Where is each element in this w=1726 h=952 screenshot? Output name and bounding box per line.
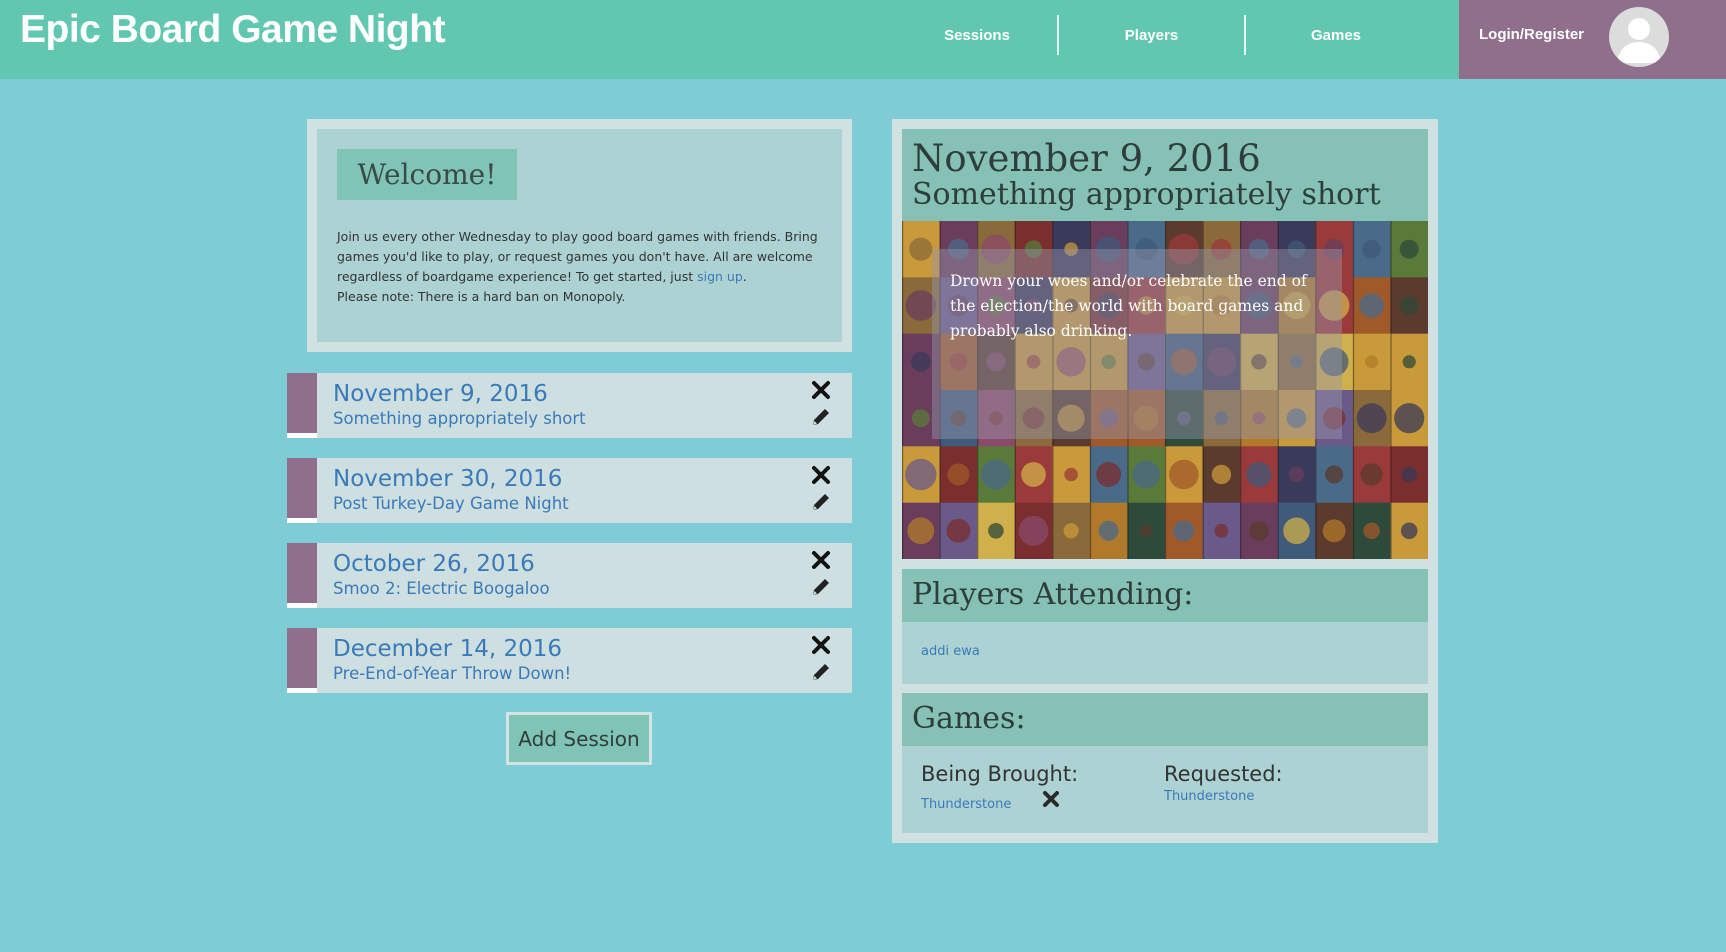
welcome-intro-end: . <box>742 269 747 284</box>
session-date[interactable]: November 9, 2016 <box>333 381 548 407</box>
being-brought-title: Being Brought: <box>921 762 1079 786</box>
login-area: Login/Register <box>1459 0 1726 79</box>
nav-players[interactable]: Players <box>1059 15 1244 55</box>
edit-session-pencil-icon[interactable] <box>810 576 832 598</box>
games-section-body: Being Brought: Thunderstone Requested: T… <box>902 746 1428 833</box>
players-title: Players Attending: <box>912 577 1194 612</box>
session-accent-underline <box>287 688 317 693</box>
requested-title: Requested: <box>1164 762 1283 786</box>
games-section-header: Games: <box>902 693 1428 746</box>
session-card[interactable]: November 30, 2016 Post Turkey-Day Game N… <box>287 458 852 523</box>
edit-session-pencil-icon[interactable] <box>810 406 832 428</box>
session-subtitle[interactable]: Smoo 2: Electric Boogaloo <box>333 579 550 598</box>
sign-up-link[interactable]: sign up <box>697 269 743 284</box>
delete-session-close-icon[interactable] <box>810 634 832 656</box>
login-register-link[interactable]: Login/Register <box>1479 26 1584 43</box>
detail-date: November 9, 2016 <box>912 137 1261 180</box>
detail-header: November 9, 2016 Something appropriately… <box>902 129 1428 221</box>
remove-game-close-icon[interactable] <box>1041 789 1061 809</box>
brought-game-link[interactable]: Thunderstone <box>921 797 1011 812</box>
add-session-button[interactable]: Add Session <box>506 712 652 765</box>
players-section-header: Players Attending: <box>902 569 1428 622</box>
image-caption: Drown your woes and/or celebrate the end… <box>950 272 1307 340</box>
requested-game-link[interactable]: Thunderstone <box>1164 789 1254 804</box>
session-subtitle[interactable]: Something appropriately short <box>333 409 586 428</box>
session-accent-bar <box>287 373 317 433</box>
session-date[interactable]: October 26, 2016 <box>333 551 535 577</box>
delete-session-close-icon[interactable] <box>810 549 832 571</box>
games-title: Games: <box>912 701 1026 736</box>
session-card[interactable]: November 9, 2016 Something appropriately… <box>287 373 852 438</box>
session-subtitle[interactable]: Post Turkey-Day Game Night <box>333 494 569 513</box>
welcome-title: Welcome! <box>337 149 517 200</box>
session-detail-panel: November 9, 2016 Something appropriately… <box>892 119 1438 843</box>
session-accent-bar <box>287 628 317 688</box>
delete-session-close-icon[interactable] <box>810 379 832 401</box>
session-date[interactable]: November 30, 2016 <box>333 466 562 492</box>
session-accent-underline <box>287 603 317 608</box>
session-accent-bar <box>287 543 317 603</box>
session-accent-bar <box>287 458 317 518</box>
welcome-panel-inner: Welcome! Join us every other Wednesday t… <box>317 129 842 342</box>
session-date[interactable]: December 14, 2016 <box>333 636 562 662</box>
session-banner-image: Drown your woes and/or celebrate the end… <box>902 221 1428 559</box>
welcome-panel: Welcome! Join us every other Wednesday t… <box>307 119 852 352</box>
nav-games[interactable]: Games <box>1246 15 1426 55</box>
delete-session-close-icon[interactable] <box>810 464 832 486</box>
nav-sessions[interactable]: Sessions <box>897 15 1057 55</box>
edit-session-pencil-icon[interactable] <box>810 491 832 513</box>
welcome-text: Join us every other Wednesday to play go… <box>337 227 822 307</box>
player-link[interactable]: addi ewa <box>921 644 980 659</box>
detail-subtitle: Something appropriately short <box>912 177 1381 212</box>
session-accent-underline <box>287 518 317 523</box>
top-navigation-bar: Epic Board Game Night Sessions Players G… <box>0 0 1726 79</box>
session-card[interactable]: December 14, 2016 Pre-End-of-Year Throw … <box>287 628 852 693</box>
user-avatar-icon[interactable] <box>1609 7 1669 67</box>
welcome-note: Please note: There is a hard ban on Mono… <box>337 289 626 304</box>
edit-session-pencil-icon[interactable] <box>810 661 832 683</box>
players-section-body: addi ewa <box>902 622 1428 684</box>
site-title[interactable]: Epic Board Game Night <box>20 8 446 52</box>
session-accent-underline <box>287 433 317 438</box>
session-card[interactable]: October 26, 2016 Smoo 2: Electric Boogal… <box>287 543 852 608</box>
session-subtitle[interactable]: Pre-End-of-Year Throw Down! <box>333 664 571 683</box>
